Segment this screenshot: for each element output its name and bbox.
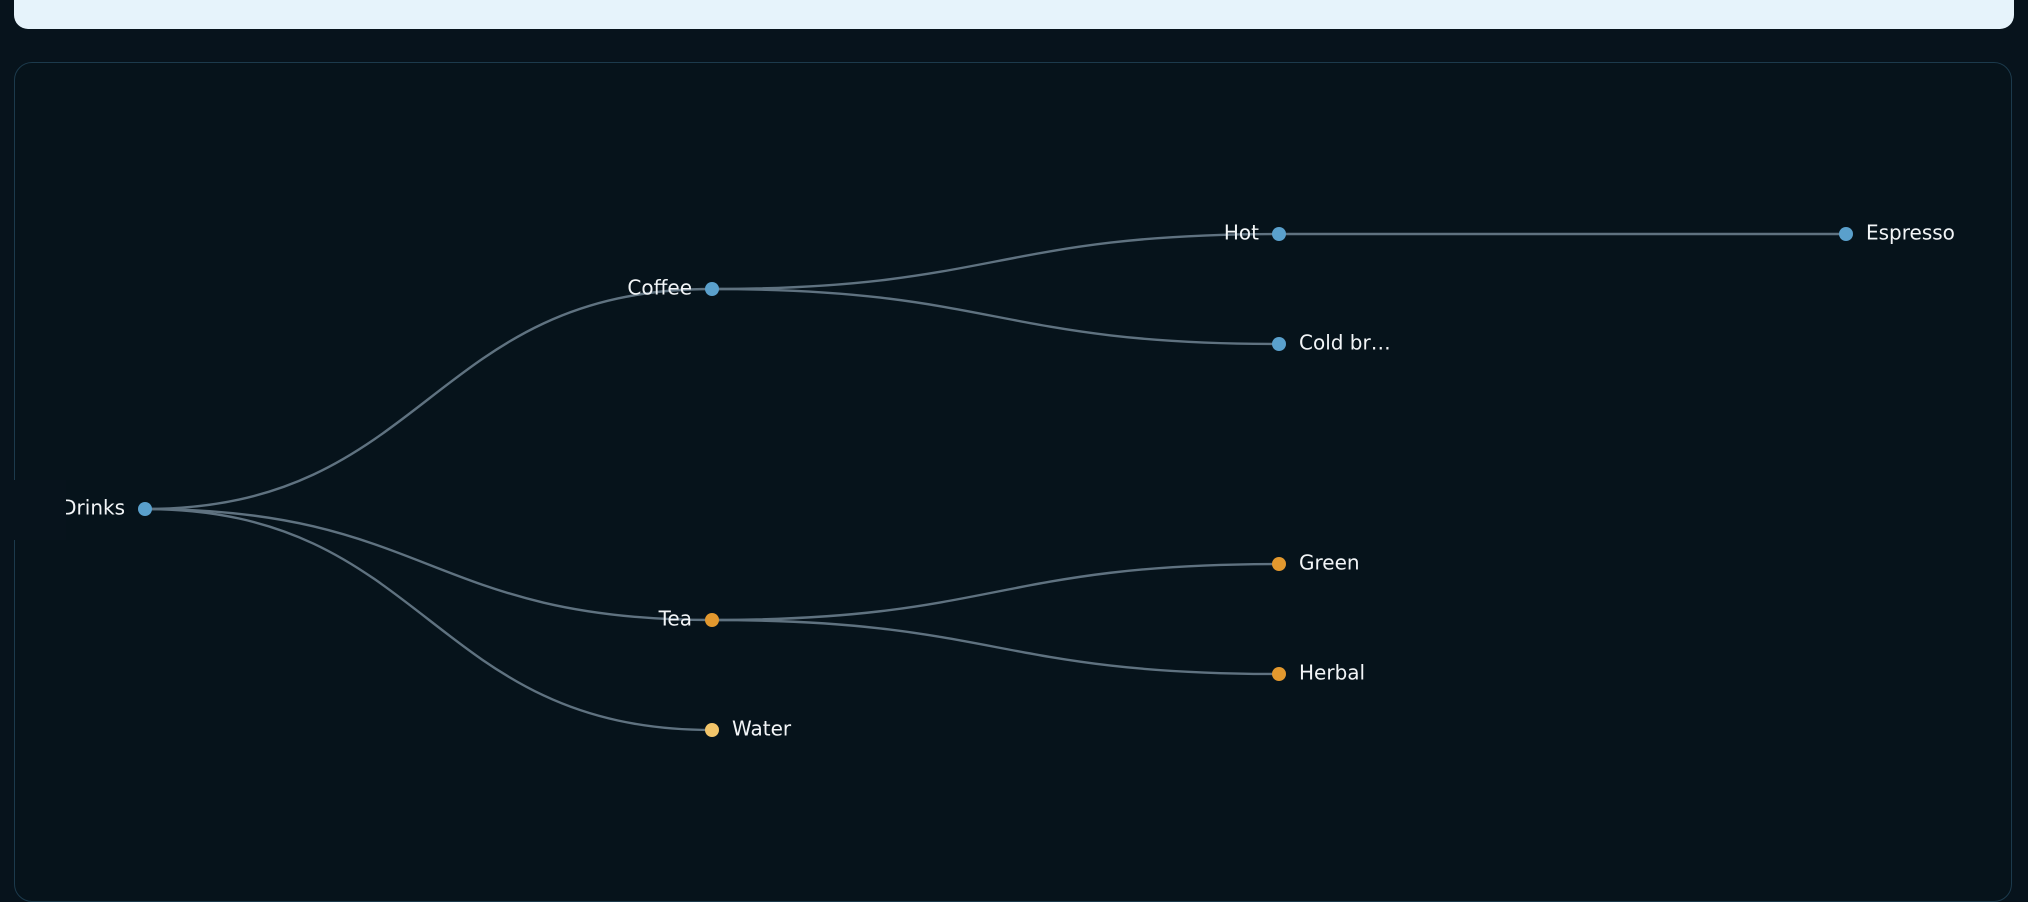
tree-diagram: Drinks Coffee Tea Water Hot Cold br… Green Herb… — [0, 221, 1955, 741]
node-hot[interactable]: Hot — [1224, 221, 1286, 245]
node-espresso[interactable]: Espresso — [1839, 221, 1955, 245]
link-drinks-tea — [144, 507, 713, 622]
panel-edge-mask — [0, 480, 66, 540]
node-dot-coffee[interactable] — [705, 282, 719, 296]
tree-nodes: Drinks Coffee Tea Water Hot Cold br… Green Herb… — [61, 221, 1955, 741]
link-coffee-hot — [711, 232, 1280, 291]
node-label-green: Green — [1299, 551, 1360, 575]
node-dot-coldbrew[interactable] — [1272, 337, 1286, 351]
node-label-water: Water — [732, 717, 792, 741]
node-water[interactable]: Water — [705, 717, 792, 741]
node-label-tea: Tea — [658, 607, 692, 631]
node-green[interactable]: Green — [1272, 551, 1360, 575]
node-coldbrew[interactable]: Cold br… — [1272, 331, 1391, 355]
link-drinks-water — [144, 507, 713, 732]
node-label-coffee: Coffee — [627, 276, 692, 300]
node-dot-espresso[interactable] — [1839, 227, 1853, 241]
node-dot-tea[interactable] — [705, 613, 719, 627]
link-drinks-coffee — [144, 287, 713, 511]
node-dot-water[interactable] — [705, 723, 719, 737]
node-label-herbal: Herbal — [1299, 661, 1365, 685]
node-dot-hot[interactable] — [1272, 227, 1286, 241]
node-coffee[interactable]: Coffee — [627, 276, 719, 300]
node-dot-herbal[interactable] — [1272, 667, 1286, 681]
link-tea-green — [711, 562, 1280, 622]
node-tea[interactable]: Tea — [658, 607, 719, 631]
node-label-coldbrew: Cold br… — [1299, 331, 1391, 355]
node-label-drinks: Drinks — [61, 496, 125, 520]
node-label-hot: Hot — [1224, 221, 1259, 245]
tree-links — [144, 232, 1846, 732]
node-dot-drinks[interactable] — [138, 502, 152, 516]
node-label-espresso: Espresso — [1866, 221, 1955, 245]
link-tea-herbal — [711, 618, 1280, 676]
link-coffee-coldbrew — [711, 287, 1280, 346]
node-dot-green[interactable] — [1272, 557, 1286, 571]
node-herbal[interactable]: Herbal — [1272, 661, 1365, 685]
node-drinks[interactable]: Drinks — [61, 496, 152, 520]
